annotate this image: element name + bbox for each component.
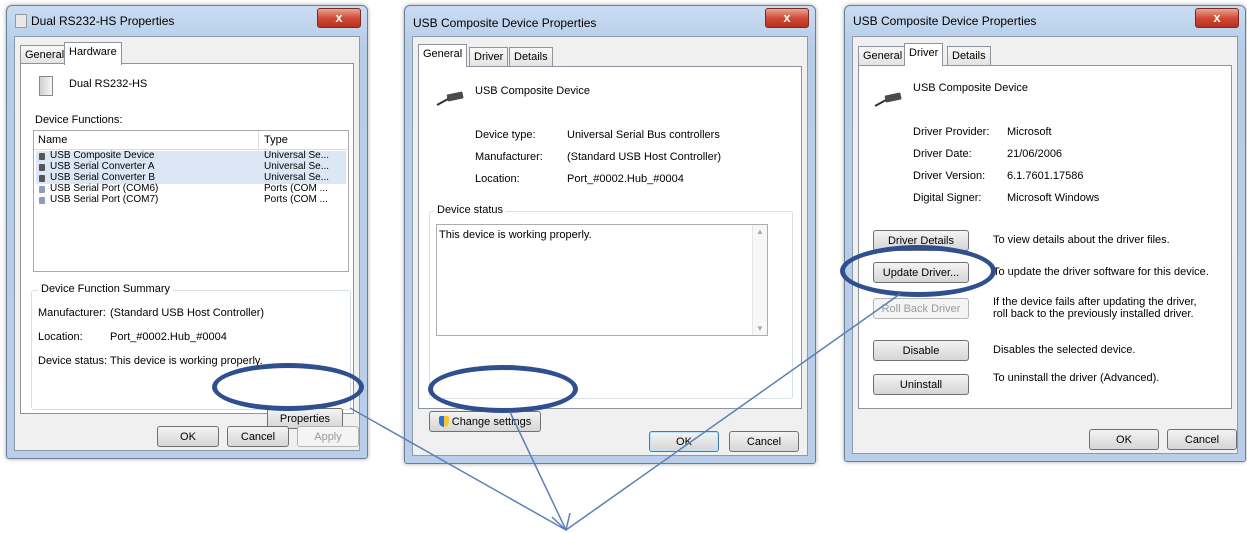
- tab-driver[interactable]: Driver: [904, 43, 944, 66]
- tab-hardware[interactable]: Hardware: [64, 42, 122, 65]
- arrow-from-properties: [349, 407, 567, 531]
- arrow-from-change-settings: [509, 411, 567, 531]
- arrow-from-update-driver: [565, 293, 901, 531]
- callout-arrows: [349, 293, 901, 532]
- tab-general[interactable]: General: [418, 44, 468, 67]
